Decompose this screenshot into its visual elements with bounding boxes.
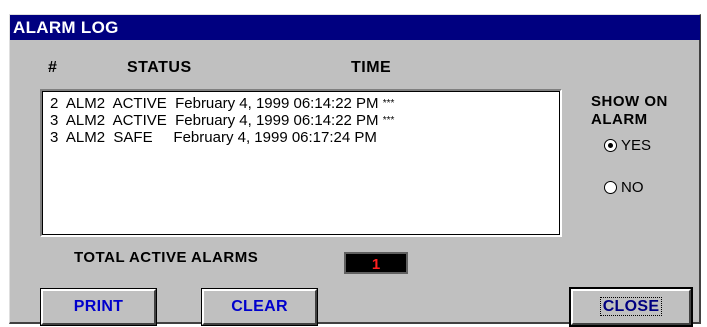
radio-yes[interactable]: YES: [604, 137, 651, 154]
column-header-status: STATUS: [127, 59, 192, 76]
radio-unselected-icon[interactable]: [604, 181, 617, 194]
show-on-alarm-label-line1: SHOW ON: [591, 93, 668, 110]
close-button-label: CLOSE: [599, 297, 663, 316]
radio-selected-icon[interactable]: [604, 139, 617, 152]
list-item[interactable]: 3 ALM2 ACTIVE February 4, 1999 06:14:22 …: [50, 112, 394, 129]
radio-no-label: NO: [621, 179, 644, 196]
close-button[interactable]: CLOSE: [569, 287, 693, 327]
radio-yes-label: YES: [621, 137, 652, 154]
list-item[interactable]: 2 ALM2 ACTIVE February 4, 1999 06:14:22 …: [50, 95, 394, 112]
alarm-list[interactable]: 2 ALM2 ACTIVE February 4, 1999 06:14:22 …: [40, 89, 562, 237]
clear-button[interactable]: CLEAR: [201, 288, 318, 326]
column-header-time: TIME: [351, 59, 392, 76]
list-item[interactable]: 3 ALM2 SAFE February 4, 1999 06:17:24 PM: [50, 129, 377, 146]
column-header-number: #: [48, 59, 58, 76]
radio-no[interactable]: NO: [604, 179, 644, 196]
print-button[interactable]: PRINT: [40, 288, 157, 326]
show-on-alarm-label: SHOW ON ALARM: [591, 93, 668, 129]
total-active-alarms-label: TOTAL ACTIVE ALARMS: [74, 249, 259, 266]
alarm-log-window: ALARM LOG # STATUS TIME 2 ALM2 ACTIVE Fe…: [9, 14, 701, 327]
show-on-alarm-label-line2: ALARM: [591, 111, 648, 128]
total-active-alarms-value: 1: [344, 252, 408, 274]
window-title: ALARM LOG: [10, 15, 700, 40]
